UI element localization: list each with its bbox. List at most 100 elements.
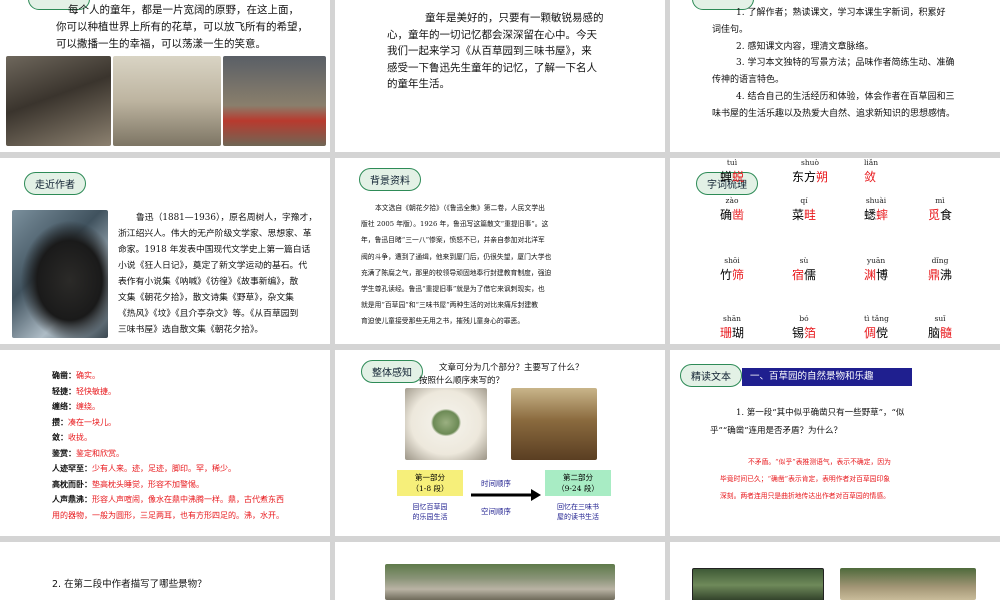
vocab-char-highlight: 宿 [792,268,805,282]
vocab-item: bó 锡箔 [792,314,816,341]
photo-garden-trees [692,568,824,600]
slide-scenery-question[interactable]: 2. 在第二段中作者描写了哪些景物？ [0,542,330,600]
vocab-char-highlight: 倜 [864,326,877,340]
text-line: 就是用“百草园”和“三味书屋”两种生活的对比来痛斥封建教 [361,301,539,310]
vocab-char: 博 [876,268,889,282]
definition-entry: 人迹罕至：少有人来。迹，足迹，脚印。罕，稀少。 [52,461,284,477]
definition-entry: 人声鼎沸：形容人声喧闹，像水在鼎中沸腾一样。鼎，古代煮东西 [52,492,284,508]
text-line: 可以撒播一生的幸福，可以荡漾一生的笑意。 [56,38,266,50]
vocab-word: 锡箔 [792,325,816,341]
text-line: 充满了陈腐之气，那里的校领导顽固地奉行封建教育制度，强迫 [361,268,552,277]
label-space-order: 空间顺序 [481,507,511,516]
vocab-pinyin: mì [935,196,945,205]
caption-part-one: 回忆百草园 的乐园生活 [399,502,461,522]
slide-garden-photo[interactable] [335,542,665,600]
reading-answer: 不矛盾。“似乎”表推测语气，表示不确定，因为 毕竟时间已久；“确凿”表示肯定，表… [720,454,891,505]
definition-text: 缠绕。 [76,402,100,411]
scenery-question: 2. 在第二段中作者描写了哪些景物？ [52,579,207,590]
answer-line: 不矛盾。“似乎”表推测语气，表示不确定，因为 [748,458,891,466]
vocab-char: 东方 [792,170,817,184]
slide-badge: 精读文本 [680,364,742,387]
background-paragraph: 本文选自《朝花夕拾》（《鲁迅全集》第二卷，人民文学出 版社 2005 年版）。1… [361,200,551,330]
text-line: 三味书屋》选自散文集《朝花夕拾》。 [118,325,264,335]
caption-line: 屋的读书生活 [557,513,599,521]
vocab-item: sù 宿儒 [792,256,816,283]
vocab-pinyin: shuò [801,158,820,167]
objective-item: 味书屋的生活乐趣以及热爱大自然、追求新知识的思想感情。 [712,108,956,119]
objective-item: 传神的语言特色。 [712,75,785,86]
vocab-char-highlight: 珊 [720,326,733,340]
vocab-char-highlight: 箔 [804,326,817,340]
definition-entry: 确凿：确实。 [52,368,284,384]
photo-children-walking [113,56,221,146]
vocab-item: shuò 东方朔 [792,158,828,185]
slide-childhood-intro[interactable]: 每个人的童年，都是一片宽阔的原野，在这上面， 你可以种植世界上所有的花草，可以放… [0,0,330,152]
definition-text: 少有人来。迹，足迹，脚印。罕，稀少。 [92,464,236,473]
objective-item: 4. 结合自己的生活经历和体验，体会作者在百草园和三 [736,91,955,102]
vocab-char-highlight: 畦 [804,208,817,222]
text-line: 《热风》《坟》《且介亭杂文》等。《从百草园到 [118,309,299,319]
vocab-char: 确 [720,208,733,222]
text-line: 心，童年的一切记忆都会深深留在心中。今天 [387,28,597,41]
objective-item: 词佳句。 [712,24,749,35]
vocab-char: 锡 [792,326,805,340]
definition-text: 鉴定和欣赏。 [76,448,124,458]
vocab-char-highlight: 蜕 [732,170,745,184]
slide-word-definitions[interactable]: 确凿：确实。 轻捷：轻快敏捷。 缠络：缠绕。 攒：凑在一块儿。 敛：收拢。 鉴赏：鉴定和欣… [0,350,330,536]
definition-term: 缠络： [52,401,76,411]
text-line: 命家。1918 年发表中国现代文学史上第一篇白话 [118,245,311,255]
definition-text: 凑在一块儿。 [68,417,116,427]
slide-garden-photos[interactable] [670,542,1000,600]
definition-term: 人迹罕至： [52,463,92,473]
slide-structure-overview[interactable]: 整体感知 文章可分为几个部分？主要写了什么？ 按照什么顺序来写的？ 第一部分 （… [335,350,665,536]
caption-line: 回忆百草园 [412,503,448,511]
definition-term: 敛： [52,432,68,442]
slide-vocabulary[interactable]: 字词梳理 zào 确凿 qí 菜畦 shuài 蟋蟀 mì 觅食 shōi 竹筛 sù 宿儒 yuān 渊… [670,158,1000,344]
slide-learning-objectives[interactable]: 1. 了解作者；熟读课文，学习本课生字新词，积累好 词佳句。 2. 感知课文内容… [670,0,1000,152]
text-line: 你可以种植世界上所有的花草，可以放飞所有的希望， [56,21,308,33]
slide-close-reading[interactable]: 精读文本 一、百草园的自然景物和乐趣 1. 第一段“其中似乎确凿只有一些野草”，… [670,350,1000,536]
vocab-word: 脑髓 [928,325,952,341]
vocab-pinyin: dǐng [931,256,949,265]
vocab-word: 蟋蟀 [864,207,888,223]
definition-entry: 敛：收拢。 [52,430,284,446]
definition-text: 确实。 [76,371,100,380]
photo-children-playing [6,56,111,146]
slide-background-info[interactable]: 背景资料 本文选自《朝花夕拾》（《鲁迅全集》第二卷，人民文学出 版社 2005 … [335,158,665,344]
text-line: 我们一起来学习《从百草园到三味书屋》，来 [387,45,592,57]
objective-item: 2. 感知课文内容，理清文章脉络。 [736,41,874,52]
slide-lesson-intro[interactable]: 童年是美好的，只要有一颗敏锐易感的 心，童年的一切记忆都会深深留在心中。今天 我… [335,0,665,152]
vocab-item: shōi 竹筛 [720,256,744,283]
text-line: 阀的斗争，遭到了通缉，他来到厦门后，仍很失望，厦门大学也 [361,252,552,261]
vocab-char: 瑚 [732,326,745,340]
vocab-pinyin: zào [725,196,739,205]
vocab-item: tì tǎng 倜傥 [864,314,889,341]
text-line: 小说《狂人日记》，奠定了新文学运动的基石。代 [118,261,308,271]
definition-text: 收拢。 [68,433,92,442]
vocab-char: 沸 [940,268,953,282]
photo-lu-xun-portrait [12,210,108,338]
vocab-word: 觅食 [928,207,952,223]
vocab-pinyin: yuān [866,256,886,265]
text-line: 学生尊孔读经。鲁迅“重提旧事”就是为了借它来讽刺现实，也 [361,285,545,294]
definition-text: 轻快敏捷。 [76,386,116,396]
text-line: 鲁迅（1881—1936），原名周树人，字豫才， [136,213,318,223]
vocab-char: 蝉 [720,170,733,184]
slide-badge: 背景资料 [359,168,421,191]
vocab-char: 食 [940,208,953,222]
vocab-pinyin: shuài [865,196,887,205]
definition-entry: 高枕而卧：垫高枕头睡觉，形容不加警惕。 [52,477,284,493]
vocab-char-highlight: 敛 [864,170,877,184]
vocab-char-highlight: 髓 [940,326,953,340]
vocab-item: zào 确凿 [720,196,744,223]
vocab-word: 宿儒 [792,267,816,283]
text-line: 童年是美好的，只要有一颗敏锐易感的 [425,12,604,24]
vocab-char: 傥 [876,326,889,340]
objectives-list: 1. 了解作者；熟读课文，学习本课生字新词，积累好 词佳句。 2. 感知课文内容… [712,5,955,123]
text-line: 本文选自《朝花夕拾》（《鲁迅全集》第二卷，人民文学出 [375,204,545,212]
definition-text: 垫高枕头睡觉，形容不加警惕。 [92,479,204,489]
vocab-word: 珊瑚 [720,325,744,341]
slide-about-author[interactable]: 走近作者 鲁迅（1881—1936），原名周树人，字豫才， 浙江绍兴人。伟大的无… [0,158,330,344]
definition-text: 用的器物，一般为圆形，三足两耳，也有方形四足的。沸，水开。 [52,510,284,520]
section-header-bar: 一、百草园的自然景物和乐趣 [742,368,912,386]
